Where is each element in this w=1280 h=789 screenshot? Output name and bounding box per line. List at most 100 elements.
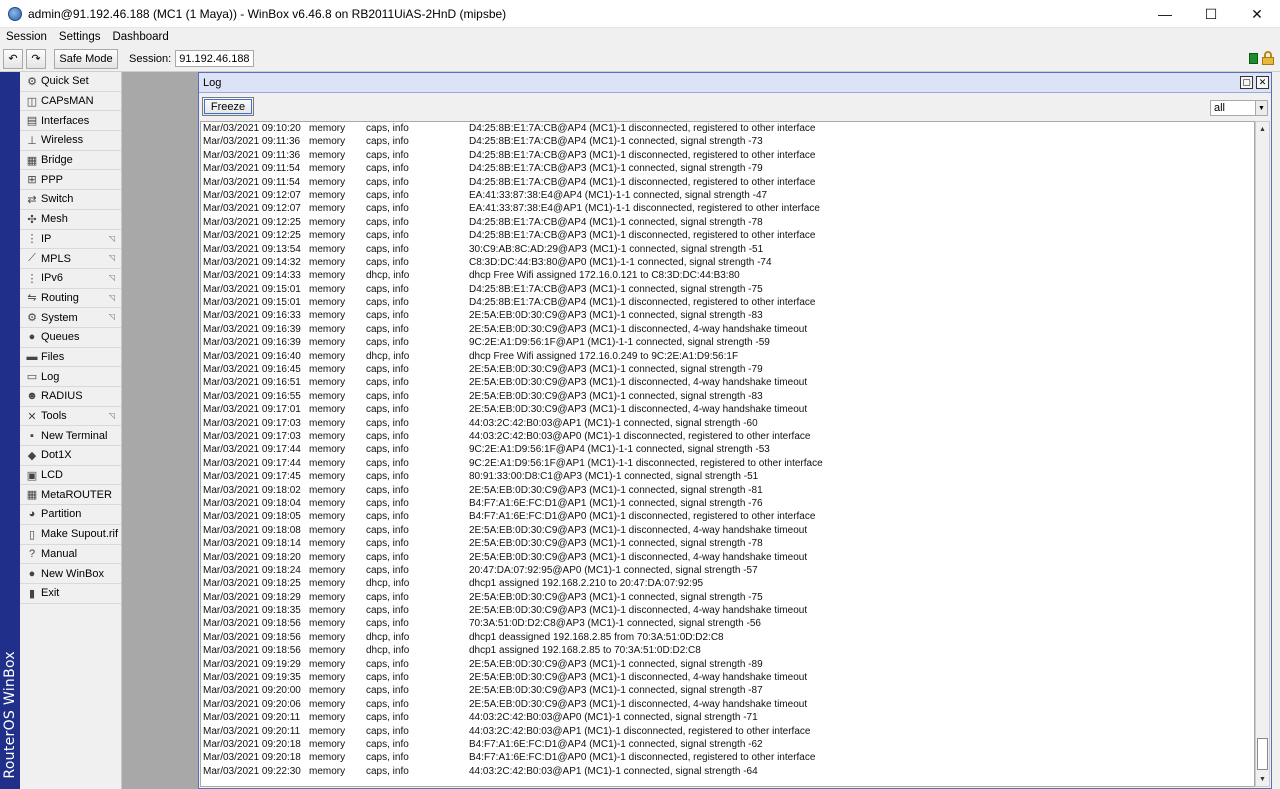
table-row[interactable]: Mar/03/2021 09:12:25 memory caps, info D4:2… [201,216,1254,229]
log-time: Mar/03/2021 09:16:55 [203,390,301,402]
sidebar-item-ip[interactable]: ⋮ IP ◹ [20,230,121,250]
table-row[interactable]: Mar/03/2021 09:18:35 memory caps, info 2E:5… [201,604,1254,617]
scroll-down-icon[interactable]: ▼ [1256,772,1269,786]
table-row[interactable]: Mar/03/2021 09:11:36 memory caps, info D4:2… [201,135,1254,148]
table-row[interactable]: Mar/03/2021 09:16:33 memory caps, info 2E:5… [201,309,1254,322]
undo-button[interactable]: ↶ [3,48,23,69]
sidebar-item-capsman[interactable]: ◫ CAPsMAN [20,92,121,112]
log-close-button[interactable]: ✕ [1256,76,1269,89]
sidebar-item-quick-set[interactable]: ⚙ Quick Set [20,72,121,92]
sidebar-item-mpls[interactable]: ⟋ MPLS ◹ [20,249,121,269]
table-row[interactable]: Mar/03/2021 09:20:11 memory caps, info 44:0… [201,711,1254,724]
sidebar-item-dot1x[interactable]: ◆ Dot1X [20,446,121,466]
sidebar-item-manual[interactable]: ? Manual [20,545,121,565]
log-table[interactable]: Mar/03/2021 09:10:20 memory caps, info D4:2… [200,121,1255,787]
table-row[interactable]: Mar/03/2021 09:20:00 memory caps, info 2E:5… [201,684,1254,697]
freeze-button[interactable]: Freeze [202,97,254,116]
sidebar-item-log[interactable]: ▭ Log [20,367,121,387]
table-row[interactable]: Mar/03/2021 09:20:18 memory caps, info B4:F… [201,738,1254,751]
sidebar-item-partition[interactable]: ◕ Partition [20,505,121,525]
table-row[interactable]: Mar/03/2021 09:18:08 memory caps, info 2E:5… [201,524,1254,537]
sidebar-item-metarouter[interactable]: ▦ MetaROUTER [20,485,121,506]
table-row[interactable]: Mar/03/2021 09:18:14 memory caps, info 2E:5… [201,537,1254,550]
table-row[interactable]: Mar/03/2021 09:19:29 memory caps, info 2E:5… [201,658,1254,671]
menu-dashboard[interactable]: Dashboard [106,28,174,46]
table-row[interactable]: Mar/03/2021 09:12:25 memory caps, info D4:2… [201,229,1254,242]
sidebar-item-routing[interactable]: ⇋ Routing ◹ [20,289,121,309]
table-row[interactable]: Mar/03/2021 09:14:32 memory caps, info C8:3… [201,256,1254,269]
sidebar-item-radius[interactable]: ☻ RADIUS [20,387,121,407]
table-row[interactable]: Mar/03/2021 09:18:25 memory dhcp, info dhcp… [201,577,1254,590]
table-row[interactable]: Mar/03/2021 09:17:44 memory caps, info 9C:2… [201,443,1254,456]
sidebar-item-queues[interactable]: ● Queues [20,328,121,348]
sidebar-item-make-supout-rif[interactable]: ▯ Make Supout.rif [20,525,121,545]
table-row[interactable]: Mar/03/2021 09:10:20 memory caps, info D4:2… [201,122,1254,135]
minimize-button[interactable]: — [1142,0,1188,28]
log-message: 2E:5A:EB:0D:30:C9@AP3 (MC1)-1 connected,… [469,591,763,603]
table-row[interactable]: Mar/03/2021 09:20:18 memory caps, info B4:F… [201,751,1254,764]
table-row[interactable]: Mar/03/2021 09:17:44 memory caps, info 9C:2… [201,457,1254,470]
sidebar-item-ppp[interactable]: ⊞ PPP [20,170,121,191]
table-row[interactable]: Mar/03/2021 09:17:03 memory caps, info 44:0… [201,430,1254,443]
redo-button[interactable]: ↷ [26,48,46,69]
table-row[interactable]: Mar/03/2021 09:12:07 memory caps, info EA:4… [201,202,1254,215]
table-row[interactable]: Mar/03/2021 09:16:39 memory caps, info 2E:5… [201,323,1254,336]
log-scrollbar[interactable]: ▲ ▼ [1255,121,1270,787]
sidebar-item-lcd[interactable]: ▣ LCD [20,466,121,486]
table-row[interactable]: Mar/03/2021 09:14:33 memory dhcp, info dhcp… [201,269,1254,282]
sidebar-item-new-terminal[interactable]: ▪ New Terminal [20,426,121,447]
table-row[interactable]: Mar/03/2021 09:18:56 memory dhcp, info dhcp… [201,631,1254,644]
table-row[interactable]: Mar/03/2021 09:18:56 memory dhcp, info dhcp… [201,644,1254,657]
sidebar-item-new-winbox[interactable]: ● New WinBox [20,564,121,584]
table-row[interactable]: Mar/03/2021 09:13:54 memory caps, info 30:C… [201,243,1254,256]
table-row[interactable]: Mar/03/2021 09:16:39 memory caps, info 9C:2… [201,336,1254,349]
sidebar-item-interfaces[interactable]: ▤ Interfaces [20,111,121,132]
log-filter-select[interactable]: all ▼ [1210,100,1268,116]
session-field: 91.192.46.188 [175,50,254,67]
table-row[interactable]: Mar/03/2021 09:17:03 memory caps, info 44:0… [201,417,1254,430]
table-row[interactable]: Mar/03/2021 09:18:29 memory caps, info 2E:5… [201,591,1254,604]
table-row[interactable]: Mar/03/2021 09:16:51 memory caps, info 2E:5… [201,376,1254,389]
table-row[interactable]: Mar/03/2021 09:18:04 memory caps, info B4:F… [201,497,1254,510]
table-row[interactable]: Mar/03/2021 09:11:54 memory caps, info D4:2… [201,162,1254,175]
table-row[interactable]: Mar/03/2021 09:15:01 memory caps, info D4:2… [201,296,1254,309]
sidebar-item-ipv6[interactable]: ⋮ IPv6 ◹ [20,269,121,289]
table-row[interactable]: Mar/03/2021 09:18:24 memory caps, info 20:4… [201,564,1254,577]
table-row[interactable]: Mar/03/2021 09:19:35 memory caps, info 2E:5… [201,671,1254,684]
table-row[interactable]: Mar/03/2021 09:17:01 memory caps, info 2E:5… [201,403,1254,416]
scroll-up-icon[interactable]: ▲ [1256,122,1269,136]
sidebar-item-mesh[interactable]: ✣ Mesh [20,210,121,230]
table-row[interactable]: Mar/03/2021 09:11:36 memory caps, info D4:2… [201,149,1254,162]
sidebar-item-bridge[interactable]: ▦ Bridge [20,151,121,171]
table-row[interactable]: Mar/03/2021 09:16:55 memory caps, info 2E:5… [201,390,1254,403]
table-row[interactable]: Mar/03/2021 09:17:45 memory caps, info 80:9… [201,470,1254,483]
table-row[interactable]: Mar/03/2021 09:15:01 memory caps, info D4:2… [201,283,1254,296]
sidebar-item-exit[interactable]: ▮ Exit [20,584,121,604]
table-row[interactable]: Mar/03/2021 09:16:45 memory caps, info 2E:5… [201,363,1254,376]
table-row[interactable]: Mar/03/2021 09:18:20 memory caps, info 2E:5… [201,551,1254,564]
table-row[interactable]: Mar/03/2021 09:11:54 memory caps, info D4:2… [201,176,1254,189]
menu-settings[interactable]: Settings [53,28,107,46]
table-row[interactable]: Mar/03/2021 09:12:07 memory caps, info EA:4… [201,189,1254,202]
log-window-titlebar[interactable]: Log ▢ ✕ [199,73,1271,93]
scroll-thumb[interactable] [1257,738,1268,770]
table-row[interactable]: Mar/03/2021 09:18:56 memory caps, info 70:3… [201,617,1254,630]
log-maximize-button[interactable]: ▢ [1240,76,1253,89]
log-buffer: memory [309,658,346,670]
maximize-button[interactable]: ☐ [1188,0,1234,28]
sidebar-item-wireless[interactable]: ⊥ Wireless [20,131,121,151]
table-row[interactable]: Mar/03/2021 09:20:06 memory caps, info 2E:5… [201,698,1254,711]
table-row[interactable]: Mar/03/2021 09:16:40 memory dhcp, info dhcp… [201,350,1254,363]
sidebar-item-tools[interactable]: ✕ Tools ◹ [20,407,121,427]
safe-mode-button[interactable]: Safe Mode [54,48,118,69]
table-row[interactable]: Mar/03/2021 09:18:05 memory caps, info B4:F… [201,510,1254,523]
close-button[interactable]: ✕ [1234,0,1280,28]
sidebar-item-system[interactable]: ⚙ System ◹ [20,308,121,328]
table-row[interactable]: Mar/03/2021 09:20:11 memory caps, info 44:0… [201,725,1254,738]
menu-session[interactable]: Session [0,28,53,46]
table-row[interactable]: Mar/03/2021 09:22:30 memory caps, info 44:0… [201,765,1254,778]
sidebar-item-files[interactable]: ▬ Files [20,348,121,368]
table-row[interactable]: Mar/03/2021 09:18:02 memory caps, info 2E:5… [201,484,1254,497]
chevron-down-icon[interactable]: ▼ [1255,101,1267,115]
sidebar-item-switch[interactable]: ⇄ Switch [20,190,121,210]
